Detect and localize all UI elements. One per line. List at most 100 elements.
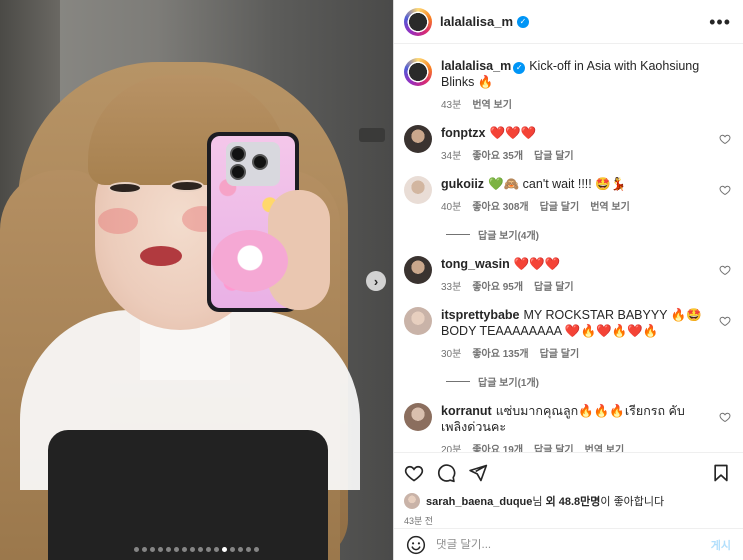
commenter-avatar[interactable] (404, 256, 432, 284)
carousel-dot (134, 547, 139, 552)
like-comment-heart-icon[interactable] (719, 133, 731, 145)
comment-input[interactable] (436, 538, 711, 551)
comment: gukoiiz 💚🙈 can't wait !!!! 🤩💃 40분 좋아요 308… (404, 176, 731, 213)
bookmark-icon[interactable] (711, 463, 731, 483)
translate-link[interactable]: 번역 보기 (472, 96, 512, 111)
carousel-dot (222, 547, 227, 552)
likes-suffix: 님 (532, 496, 546, 508)
verified-icon: ✓ (513, 62, 526, 74)
like-comment-heart-icon[interactable] (719, 315, 731, 327)
commenter-avatar[interactable] (404, 125, 432, 153)
carousel-dot (246, 547, 251, 552)
black-corset (48, 430, 328, 560)
author-username[interactable]: lalalalisa_m (440, 14, 513, 29)
translate-link[interactable]: 번역 보기 (585, 441, 625, 452)
commenter-avatar[interactable] (404, 403, 432, 431)
carousel-dots (0, 547, 393, 552)
action-icons (404, 459, 731, 487)
reply-button[interactable]: 답글 달기 (534, 147, 574, 162)
comment-time[interactable]: 34분 (441, 147, 461, 162)
commenter-avatar[interactable] (404, 176, 432, 204)
reply-button[interactable]: 답글 달기 (540, 345, 580, 360)
replies-divider (446, 234, 470, 235)
comment-time[interactable]: 30분 (441, 345, 461, 360)
carousel-dot (150, 547, 155, 552)
comment-icon[interactable] (436, 463, 456, 483)
more-options-icon[interactable]: ••• (709, 13, 731, 31)
carousel-dot (198, 547, 203, 552)
post-time[interactable]: 43분 전 (404, 514, 731, 527)
left-cheek (98, 208, 138, 234)
comment-likes[interactable]: 좋아요 35개 (472, 147, 523, 162)
post-comment-button[interactable]: 게시 (711, 537, 731, 553)
right-eye (170, 180, 204, 192)
comment-text: 💚🙈 can't wait !!!! 🤩💃 (488, 177, 627, 191)
comment: korranut แซ่บมากคุณลูก🔥🔥🔥เรียกรถ คับเพลิง… (404, 403, 731, 452)
translate-link[interactable]: 번역 보기 (590, 198, 630, 213)
lens (230, 164, 246, 180)
actions-section: sarah_baena_duque님 외 48.8만명이 좋아합니다 43분 전 (394, 452, 743, 527)
comment: fonptzx ❤️❤️❤️ 34분 좋아요 35개 답글 달기 (404, 125, 731, 162)
caption-time[interactable]: 43분 (441, 96, 461, 111)
carousel-dot (238, 547, 243, 552)
caption-avatar[interactable] (404, 58, 432, 86)
author-avatar[interactable] (404, 7, 432, 36)
replies-divider (446, 381, 470, 382)
comment-time[interactable]: 20분 (441, 441, 461, 452)
comment-username[interactable]: gukoiiz (441, 177, 484, 191)
post-header: lalalalisa_m ✓ ••• (394, 0, 743, 44)
commenter-avatar[interactable] (404, 307, 432, 335)
carousel-dot (182, 547, 187, 552)
carousel-dot (230, 547, 235, 552)
carousel-dot (214, 547, 219, 552)
comment-likes[interactable]: 좋아요 135개 (472, 345, 528, 360)
like-comment-heart-icon[interactable] (719, 411, 731, 423)
post-modal: › lalalalisa_m ✓ ••• lalalalisa_m ✓ Kick-o… (0, 0, 743, 560)
reply-button[interactable]: 답글 달기 (534, 278, 574, 293)
view-replies-button[interactable]: 답글 보기(1개) (446, 374, 731, 389)
comment-username[interactable]: itsprettybabe (441, 308, 520, 322)
comment: itsprettybabe MY ROCKSTAR BABYYY 🔥🤩 BODY … (404, 307, 731, 360)
liker-avatar[interactable] (404, 493, 420, 509)
comment-likes[interactable]: 좋아요 308개 (472, 198, 528, 213)
comment: tong_wasin ❤️❤️❤️ 33분 좋아요 95개 답글 달기 (404, 256, 731, 293)
view-replies-label: 답글 보기(1개) (478, 378, 539, 389)
reply-button[interactable]: 답글 달기 (534, 441, 574, 452)
post-image[interactable]: › (0, 0, 393, 560)
share-icon[interactable] (468, 463, 488, 483)
left-eye (108, 182, 142, 194)
like-heart-icon[interactable] (404, 463, 424, 483)
phone-camera (226, 142, 280, 186)
like-comment-heart-icon[interactable] (719, 184, 731, 196)
carousel-dot (158, 547, 163, 552)
comment-likes[interactable]: 좋아요 95개 (472, 278, 523, 293)
reply-button[interactable]: 답글 달기 (540, 198, 580, 213)
emoji-icon[interactable] (406, 535, 426, 555)
comment-text: ❤️❤️❤️ (489, 126, 537, 140)
view-replies-button[interactable]: 답글 보기(4개) (446, 227, 731, 242)
next-image-button[interactable]: › (366, 271, 386, 291)
comment-username[interactable]: tong_wasin (441, 257, 510, 271)
view-replies-label: 답글 보기(4개) (478, 231, 539, 242)
comment-time[interactable]: 40분 (441, 198, 461, 213)
caption-username[interactable]: lalalalisa_m (441, 59, 511, 73)
like-comment-heart-icon[interactable] (719, 264, 731, 276)
comment-username[interactable]: fonptzx (441, 126, 485, 140)
lens (252, 154, 268, 170)
carousel-dot (254, 547, 259, 552)
add-comment-bar: 게시 (394, 528, 743, 560)
comment-time[interactable]: 33분 (441, 278, 461, 293)
door-handle (359, 128, 385, 142)
carousel-dot (142, 547, 147, 552)
chevron-right-icon: › (373, 273, 379, 289)
carousel-dot (166, 547, 171, 552)
likes-count[interactable]: 외 48.8만명 (546, 496, 601, 508)
comment-likes[interactable]: 좋아요 19개 (472, 441, 523, 452)
comments-list[interactable]: lalalalisa_m ✓ Kick-off in Asia with Kaohs… (394, 44, 743, 452)
carousel-dot (206, 547, 211, 552)
comment-username[interactable]: korranut (441, 404, 492, 418)
caption: lalalalisa_m ✓ Kick-off in Asia with Kaohs… (404, 58, 731, 111)
carousel-dot (190, 547, 195, 552)
liker-username[interactable]: sarah_baena_duque (426, 496, 532, 508)
likes-tail: 이 좋아합니다 (600, 496, 665, 508)
